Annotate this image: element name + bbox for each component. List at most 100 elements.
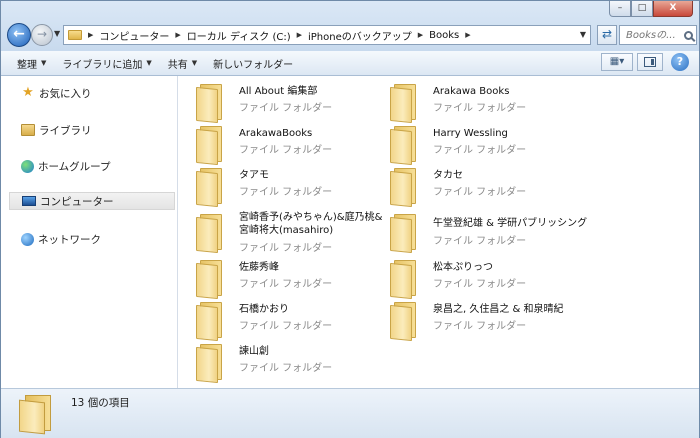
folder-name: ArakawaBooks — [239, 128, 313, 139]
organize-label: 整理 — [17, 59, 37, 71]
library-icon — [21, 124, 35, 136]
folder-item[interactable]: 松本ぷりっつ ファイル フォルダー — [378, 258, 568, 302]
search-box[interactable] — [619, 25, 697, 45]
folder-type: ファイル フォルダー — [433, 103, 527, 114]
chevron-down-icon: ▼ — [191, 59, 198, 67]
forward-arrow-icon: → — [36, 27, 48, 41]
folder-type: ファイル フォルダー — [433, 187, 527, 198]
folder-icon — [196, 168, 224, 208]
chevron-right-icon[interactable]: ▶ — [173, 31, 182, 39]
folder-item[interactable]: 石橋かおり ファイル フォルダー — [184, 300, 374, 344]
change-view-button[interactable]: ▦▾ — [601, 53, 633, 71]
folder-icon — [196, 214, 224, 254]
navigation-pane: ★ お気に入り ライブラリ ホームグループ コンピューター ネットワーク — [1, 76, 178, 388]
sidebar-item-label: コンピューター — [40, 195, 114, 208]
folder-type: ファイル フォルダー — [433, 145, 527, 156]
folder-icon — [390, 302, 418, 342]
title-address-area: – □ X ← → ▼ ▶ コンピューター ▶ ローカル ディスク (C:) ▶… — [1, 1, 699, 51]
folder-name: 佐藤秀峰 — [239, 262, 279, 273]
folder-type: ファイル フォルダー — [433, 236, 527, 247]
folder-item[interactable]: 午堂登紀雄 & 学研パブリッシング ファイル フォルダー — [378, 208, 587, 254]
breadcrumb-computer[interactable]: コンピューター — [95, 28, 173, 43]
breadcrumb-local-disk[interactable]: ローカル ディスク (C:) — [183, 28, 295, 43]
view-controls: ▦▾ ? — [597, 53, 689, 71]
share-button[interactable]: 共有 ▼ — [160, 52, 205, 74]
sidebar-item-libraries[interactable]: ライブラリ — [9, 121, 175, 139]
back-arrow-icon: ← — [13, 26, 25, 42]
folder-icon — [390, 168, 418, 208]
explorer-window: – □ X ← → ▼ ▶ コンピューター ▶ ローカル ディスク (C:) ▶… — [0, 0, 700, 438]
folder-icon — [196, 302, 224, 342]
folder-icon — [68, 30, 82, 40]
sidebar-item-computer[interactable]: コンピューター — [9, 192, 175, 210]
folder-icon — [390, 126, 418, 166]
homegroup-icon — [21, 159, 34, 173]
folder-name: 泉昌之, 久住昌之 & 和泉晴紀 — [433, 304, 564, 315]
folder-name: 諫山創 — [239, 346, 269, 357]
refresh-button[interactable]: ⇄ — [597, 25, 617, 45]
minimize-button[interactable]: – — [609, 1, 631, 17]
preview-pane-button[interactable] — [637, 53, 663, 71]
preview-pane-icon — [644, 57, 656, 67]
folder-item[interactable]: 泉昌之, 久住昌之 & 和泉晴紀 ファイル フォルダー — [378, 300, 568, 344]
refresh-icon: ⇄ — [601, 27, 613, 41]
command-bar: 整理 ▼ ライブラリに追加 ▼ 共有 ▼ 新しいフォルダー ▦▾ ? — [1, 51, 699, 76]
folder-name: 宮崎香予(みやちゃん)&庭乃桃&宮崎将大(masahiro) — [239, 212, 383, 236]
folder-item[interactable]: Arakawa Books ファイル フォルダー — [378, 82, 568, 126]
organize-button[interactable]: 整理 ▼ — [9, 52, 54, 74]
folder-item[interactable]: 諫山創 ファイル フォルダー — [184, 342, 374, 386]
star-icon: ★ — [22, 85, 34, 100]
folder-type: ファイル フォルダー — [239, 103, 333, 114]
folder-item[interactable]: 宮崎香予(みやちゃん)&庭乃桃&宮崎将大(masahiro) ファイル フォルダ… — [184, 208, 382, 258]
breadcrumb-books[interactable]: Books — [425, 30, 463, 41]
sidebar-item-favorites[interactable]: ★ お気に入り — [9, 84, 175, 102]
address-dropdown-icon[interactable]: ▼ — [580, 30, 586, 39]
folder-icon — [390, 260, 418, 300]
folder-item[interactable]: ArakawaBooks ファイル フォルダー — [184, 124, 374, 168]
folder-item[interactable]: 佐藤秀峰 ファイル フォルダー — [184, 258, 374, 302]
item-count: 13 個の項目 — [71, 397, 130, 409]
folder-item[interactable]: タアモ ファイル フォルダー — [184, 166, 374, 210]
back-button[interactable]: ← — [7, 23, 31, 47]
folder-name: タカセ — [433, 170, 463, 181]
computer-icon — [22, 196, 36, 206]
chevron-down-icon: ▼ — [146, 59, 152, 67]
sidebar-item-label: ライブラリ — [39, 124, 92, 137]
sidebar-item-label: ネットワーク — [38, 233, 101, 246]
folder-name: Arakawa Books — [433, 86, 510, 97]
chevron-right-icon[interactable]: ▶ — [86, 31, 95, 39]
add-to-library-button[interactable]: ライブラリに追加 ▼ — [54, 52, 159, 74]
search-input[interactable] — [624, 28, 682, 42]
add-to-library-label: ライブラリに追加 — [62, 59, 143, 71]
folder-type: ファイル フォルダー — [239, 363, 333, 374]
chevron-right-icon[interactable]: ▶ — [463, 31, 472, 39]
breadcrumb-iphone-backup[interactable]: iPhoneのバックアップ — [304, 28, 416, 43]
help-button[interactable]: ? — [671, 53, 689, 71]
sidebar-item-network[interactable]: ネットワーク — [9, 230, 175, 248]
folder-icon — [196, 344, 224, 384]
maximize-button[interactable]: □ — [631, 1, 653, 17]
network-icon — [21, 232, 34, 246]
sidebar-item-label: お気に入り — [39, 87, 92, 100]
folder-type: ファイル フォルダー — [239, 321, 333, 332]
folder-item[interactable]: タカセ ファイル フォルダー — [378, 166, 568, 210]
folder-type: ファイル フォルダー — [239, 243, 333, 254]
folder-type: ファイル フォルダー — [433, 321, 527, 332]
folder-name: 午堂登紀雄 & 学研パブリッシング — [433, 218, 588, 229]
address-bar[interactable]: ▶ コンピューター ▶ ローカル ディスク (C:) ▶ iPhoneのバックア… — [63, 25, 591, 45]
new-folder-button[interactable]: 新しいフォルダー — [205, 52, 301, 74]
folder-name: 石橋かおり — [239, 304, 289, 315]
folder-type: ファイル フォルダー — [239, 279, 333, 290]
details-pane: 13 個の項目 — [1, 388, 699, 438]
history-dropdown-icon[interactable]: ▼ — [54, 29, 60, 38]
chevron-right-icon[interactable]: ▶ — [416, 31, 425, 39]
folder-icon — [19, 395, 53, 435]
sidebar-item-homegroup[interactable]: ホームグループ — [9, 157, 175, 175]
folder-icon — [390, 84, 418, 124]
search-icon[interactable] — [684, 30, 693, 40]
close-button[interactable]: X — [653, 1, 693, 17]
folder-item[interactable]: Harry Wessling ファイル フォルダー — [378, 124, 568, 168]
chevron-right-icon[interactable]: ▶ — [295, 31, 304, 39]
forward-button[interactable]: → — [31, 24, 53, 46]
folder-item[interactable]: All About 編集部 ファイル フォルダー — [184, 82, 374, 126]
